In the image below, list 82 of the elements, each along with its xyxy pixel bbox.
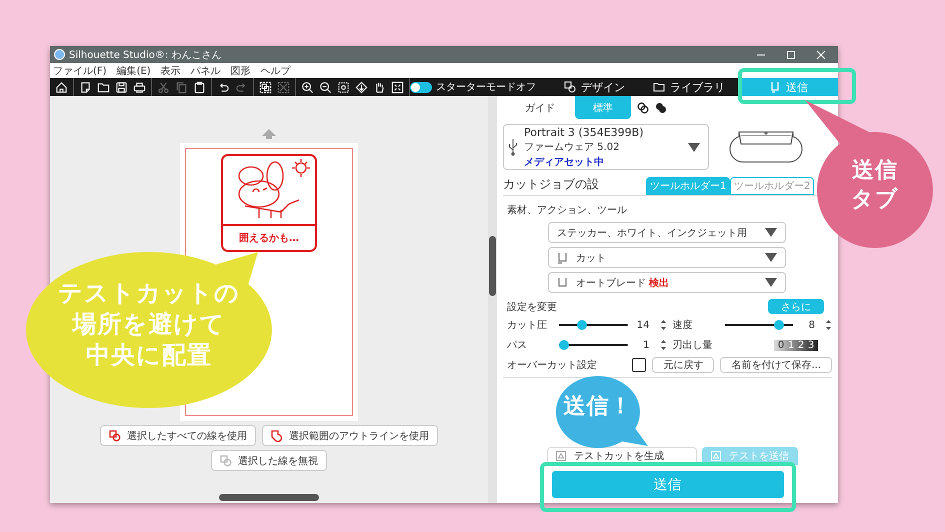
menu-item[interactable]: ファイル(F) bbox=[53, 64, 107, 78]
scrollbar-thumb[interactable] bbox=[219, 494, 319, 501]
menu-item[interactable]: 図形 bbox=[230, 64, 251, 78]
overlapping-circles-icon[interactable] bbox=[637, 102, 649, 114]
tab[interactable]: ライブラリ bbox=[639, 78, 739, 96]
setting-label: 刃出し量 bbox=[672, 338, 714, 352]
new-document-icon[interactable] bbox=[79, 80, 92, 94]
blade-holder-icon bbox=[769, 81, 781, 93]
section-heading: 素材、アクション、ツール bbox=[507, 204, 628, 217]
zoom-in-icon[interactable] bbox=[301, 80, 314, 94]
overlapping-shapes-icon bbox=[220, 454, 232, 466]
window-title: Silhouette Studio®: わんこさん bbox=[69, 48, 222, 62]
slider-thumb[interactable] bbox=[774, 320, 784, 330]
setting-value: 1 bbox=[642, 340, 650, 350]
save-as-button[interactable]: 名前を付けて保存... bbox=[720, 357, 832, 373]
firmware-version: ファームウェア 5.02 bbox=[524, 140, 620, 154]
zoom-box-icon[interactable] bbox=[337, 80, 350, 94]
close-icon[interactable] bbox=[816, 50, 826, 60]
section-title: カットジョブの設 bbox=[503, 176, 600, 193]
outline-shape-icon bbox=[271, 430, 283, 442]
line-option-button[interactable]: 選択したすべての線を使用 bbox=[100, 425, 256, 446]
folder-icon bbox=[653, 81, 665, 93]
callout-text: 送信！ bbox=[562, 393, 634, 421]
reset-button[interactable]: 元に戻す bbox=[652, 357, 714, 373]
folder-icon[interactable] bbox=[97, 80, 110, 94]
dropdown[interactable]: カット bbox=[548, 247, 786, 268]
device-selector[interactable]: Portrait 3 (354E399B) ファームウェア 5.02 メディアセット中 bbox=[503, 124, 709, 170]
home-icon[interactable] bbox=[55, 80, 68, 94]
blade-depth-dial[interactable]: 0 1 2 3 bbox=[774, 340, 818, 350]
checkbox[interactable] bbox=[632, 358, 646, 372]
fit-icon[interactable] bbox=[391, 80, 404, 94]
dropdown-arrow-icon bbox=[765, 253, 777, 262]
dropdown-arrow-icon bbox=[765, 228, 777, 237]
dropdown-arrow-icon bbox=[765, 278, 777, 287]
overcut-label: オーバーカット設定 bbox=[507, 358, 598, 372]
triangle-icon bbox=[711, 451, 721, 461]
maximize-icon[interactable] bbox=[786, 50, 796, 60]
scrollbar-thumb[interactable] bbox=[489, 236, 496, 296]
section-heading: 設定を変更 bbox=[507, 300, 557, 314]
dropdown[interactable]: ステッカー、ホワイト、インクジェット用 bbox=[548, 222, 786, 243]
diamond-arrow-icon[interactable] bbox=[355, 80, 368, 94]
stepper-arrows-icon[interactable] bbox=[825, 319, 832, 331]
menu-item[interactable]: 表示 bbox=[160, 64, 181, 78]
clipboard-icon[interactable] bbox=[193, 80, 206, 94]
menu-item[interactable]: パネル bbox=[190, 64, 221, 78]
blade-holder-icon bbox=[557, 276, 568, 288]
tab[interactable]: デザイン bbox=[550, 78, 639, 96]
hand-icon[interactable] bbox=[373, 80, 386, 94]
dropdown-arrow-icon bbox=[688, 142, 700, 152]
overlapping-shapes-icon bbox=[109, 430, 121, 442]
sticker-text: 囲えるかも… bbox=[238, 232, 300, 246]
stepper-arrows-icon[interactable] bbox=[660, 339, 666, 351]
line-option-button[interactable]: 選択した線を無視 bbox=[211, 450, 327, 471]
zoom-out-icon[interactable] bbox=[319, 80, 332, 94]
usb-icon bbox=[508, 138, 518, 156]
setting-value: 14 bbox=[636, 320, 650, 330]
callout-text: テストカットの 場所を避けて 中央に配置 bbox=[57, 278, 241, 372]
dropdown[interactable]: オートブレード 検出 bbox=[548, 272, 786, 293]
device-name: Portrait 3 (354E399B) bbox=[524, 126, 645, 138]
filled-circles-icon[interactable] bbox=[655, 102, 667, 114]
slider-thumb[interactable] bbox=[559, 340, 569, 350]
setting-value: 8 bbox=[808, 320, 815, 330]
shapes-icon bbox=[564, 81, 576, 93]
toggle-switch[interactable] bbox=[410, 82, 432, 92]
callout-text: 送信 タブ bbox=[850, 157, 900, 214]
line-option-button[interactable]: 選択範囲のアウトラインを使用 bbox=[262, 425, 438, 446]
setting-label: カット圧 bbox=[507, 319, 548, 332]
group-icon[interactable] bbox=[259, 80, 272, 94]
undo-icon[interactable] bbox=[217, 80, 230, 94]
triangle-icon bbox=[556, 451, 566, 461]
setting-label: パス bbox=[507, 339, 528, 352]
app-logo-icon bbox=[54, 49, 65, 60]
menu-item[interactable]: ヘルプ bbox=[260, 64, 291, 78]
blade-holder-icon bbox=[557, 252, 568, 264]
toggle-label: スターターモードオフ bbox=[436, 81, 536, 94]
printer-icon[interactable] bbox=[133, 80, 146, 94]
setting-label: 速度 bbox=[672, 318, 694, 332]
mode-tab[interactable]: ガイド bbox=[511, 96, 569, 119]
device-status: メディアセット中 bbox=[524, 156, 605, 168]
menu-item[interactable]: 編集(E) bbox=[116, 64, 151, 78]
stepper-arrows-icon[interactable] bbox=[660, 319, 666, 331]
slider-thumb[interactable] bbox=[576, 320, 587, 330]
